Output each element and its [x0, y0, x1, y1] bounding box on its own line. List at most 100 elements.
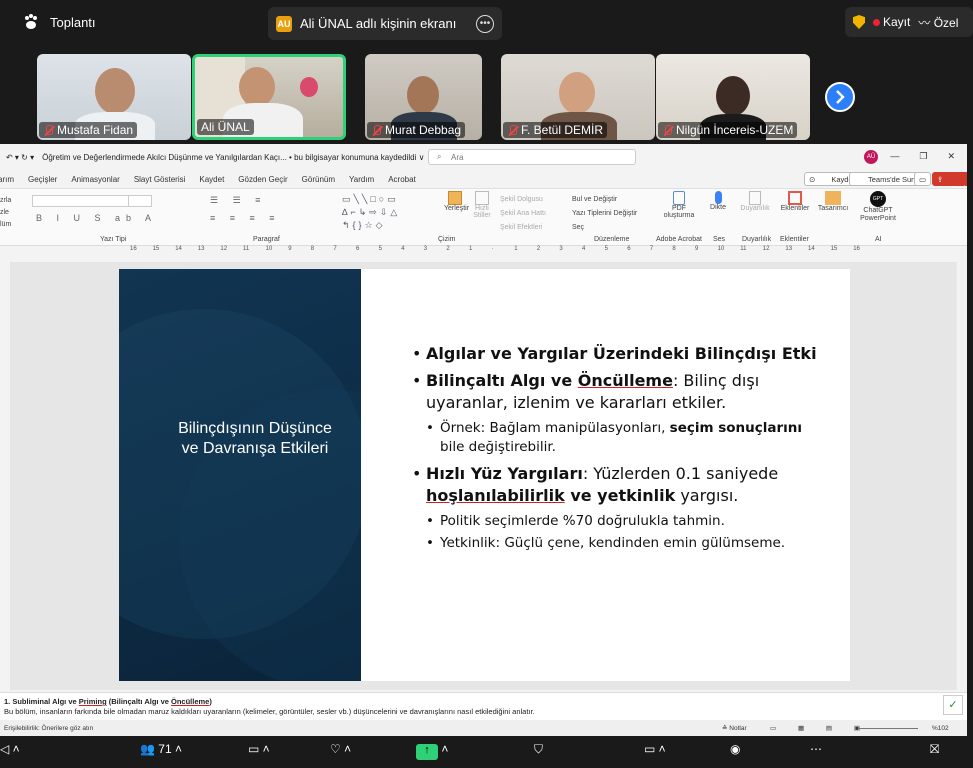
captions-label: Özel [933, 15, 959, 30]
bullet-item: Algılar ve Yargılar Üzerindeki Bilinçdış… [412, 343, 822, 365]
screen-share-indicator[interactable]: AU Ali ÜNAL adlı kişinin ekranı ••• [268, 7, 502, 40]
comments-button[interactable]: ▭ [914, 172, 932, 186]
participant-tile[interactable]: F. Betül DEMİR [501, 54, 655, 140]
participant-label: F. Betül DEMİR [503, 122, 608, 138]
video-icon[interactable]: ◁ ˄ [0, 742, 20, 756]
captions-indicator[interactable]: 〰 Özel [918, 14, 958, 31]
speaker-notes-pane[interactable]: 1. Subliminal Algı ve Priming (Bilinçalt… [0, 692, 967, 720]
list-buttons[interactable]: ☰ ☰ ≡ [210, 195, 266, 206]
more-icon[interactable]: ⋯ [810, 742, 822, 756]
participant-tile[interactable]: Murat Debbag [365, 54, 482, 140]
leave-icon[interactable]: ⛝ [930, 742, 939, 757]
create-pdf-button[interactable]: PDF oluşturma [662, 191, 696, 219]
ruler-tick-label: 13 [197, 246, 205, 252]
apps-icon[interactable]: ▭ ˄ [644, 742, 666, 756]
security-shield-icon[interactable] [853, 15, 865, 29]
replace-fonts-button[interactable]: Yazı Tiplerini Değiştir [572, 207, 637, 221]
participant-label: Ali ÜNAL [197, 119, 254, 135]
font-size-dropdown[interactable] [128, 195, 152, 207]
microphone-icon [714, 191, 722, 204]
addins-button[interactable]: Eklentiler [780, 191, 810, 212]
arrange-button[interactable]: Yerleştir [444, 191, 469, 212]
minimize-icon[interactable]: — [890, 151, 899, 162]
security-icon[interactable]: ⛉ [534, 742, 543, 757]
slide-title[interactable]: Bilinçdışının Düşünce ve Davranışa Etkil… [119, 419, 361, 459]
next-participants-button[interactable] [825, 82, 855, 112]
group-acrobat-label: Adobe Acrobat [656, 236, 702, 243]
font-format-buttons[interactable]: B I U S ab A [36, 213, 157, 223]
status-bar: Erişilebilirlik: Önerilere göz atın ≙ No… [0, 720, 967, 736]
participant-tile[interactable]: Mustafa Fidan [37, 54, 191, 140]
group-ai-label: AI [875, 236, 882, 243]
tab-help[interactable]: Yardım [349, 175, 374, 184]
group-voice-label: Ses [713, 236, 726, 243]
powerpoint-window: ↶ ▾ ↻ ▾ Öğretim ve Değerlendirmede Akılc… [0, 144, 973, 736]
ruler-tick-label: 2 [446, 246, 450, 252]
shapes-gallery[interactable]: ▭╲╲□○▭ ∆⌐↳⇨⇩△ ↰{}☆◇ [342, 193, 438, 233]
document-title[interactable]: Öğretim ve Değerlendirmede Akılcı Düşünm… [42, 153, 424, 162]
reactions-icon[interactable]: ♡ ˄ [330, 742, 351, 756]
gpt-icon: GPT [870, 191, 886, 207]
vertical-scrollbar[interactable] [967, 144, 973, 736]
chatgpt-button[interactable]: GPT ChatGPT PowerPoint [856, 191, 900, 223]
quick-styles-button[interactable]: Hızlı Stiller [472, 191, 492, 219]
select-button[interactable]: Seç [572, 221, 637, 235]
notes-toggle[interactable]: ≙ Notlar [722, 724, 747, 732]
share-screen-icon: ↑ [416, 744, 438, 760]
zoom-slider[interactable] [858, 728, 918, 729]
close-icon[interactable]: ✕ [947, 151, 955, 162]
notes-heading-part: Priming [78, 697, 107, 706]
participant-tile[interactable]: Nilgün İncereis-UZEM [656, 54, 810, 140]
tab-acrobat[interactable]: Acrobat [388, 175, 416, 184]
restore-icon[interactable]: ❐ [919, 151, 927, 162]
tab-record[interactable]: Kaydet [199, 175, 224, 184]
group-sensitivity-label: Duyarlılık [742, 236, 772, 243]
chat-icon[interactable]: ▭ ˄ [248, 742, 270, 756]
participant-tile-active-speaker[interactable]: Ali ÜNAL [192, 54, 346, 140]
view-buttons[interactable]: ▭ ▦ ▤ ▣ [770, 724, 870, 732]
sensitivity-button[interactable]: Duyarlılık [740, 191, 770, 212]
ruler-tick-label: 6 [627, 246, 631, 252]
tab-animations[interactable]: Animasyonlar [71, 175, 119, 184]
sub-bullet-bold-text: seçim sonuçlarını [669, 420, 803, 436]
record-indicator[interactable]: Kayıt [873, 15, 910, 29]
tab-review[interactable]: Gözden Geçir [238, 175, 287, 184]
current-slide[interactable]: Bilinçdışının Düşünce ve Davranışa Etkil… [119, 269, 850, 681]
slide-content-textbox[interactable]: Algılar ve Yargılar Üzerindeki Bilinçdış… [412, 343, 822, 556]
accessibility-status[interactable]: Erişilebilirlik: Önerilere göz atın [4, 725, 93, 732]
participants-button[interactable]: 👥 71 ˄ [140, 742, 182, 756]
ribbon-left-item[interactable]: lüm [0, 219, 11, 231]
align-buttons[interactable]: ≡ ≡ ≡ ≡ [210, 213, 281, 223]
find-replace-button[interactable]: Bul ve Değiştir [572, 193, 637, 207]
tab-draw[interactable]: arım [0, 175, 14, 184]
share-screen-button[interactable]: ↑ ˄ [416, 742, 448, 760]
ribbon-left-item[interactable]: zle [0, 207, 11, 219]
dictate-label: Dikte [710, 204, 726, 211]
record-icon[interactable]: ◉ [730, 742, 740, 756]
present-in-teams-button[interactable]: Teams'de Sun [849, 172, 921, 186]
undo-icon[interactable]: ↶ ▾ ↻ ▾ [6, 153, 34, 162]
more-options-icon[interactable]: ••• [476, 14, 494, 33]
search-box[interactable]: ⌕ Ara [428, 149, 636, 165]
participant-name: Nilgün İncereis-UZEM [676, 123, 794, 137]
ruler-tick-label: 3 [559, 246, 563, 252]
shape-effects-button[interactable]: Şekil Efektleri [500, 221, 546, 235]
tab-view[interactable]: Görünüm [302, 175, 335, 184]
ribbon-left-item[interactable]: zrla [0, 195, 11, 207]
zoom-level[interactable]: %102 [932, 725, 949, 732]
sharer-avatar: AU [276, 15, 292, 32]
bullet-bold-text: Hızlı Yüz Yargıları [426, 464, 583, 483]
addins-label: Eklentiler [780, 205, 810, 212]
tab-slideshow[interactable]: Slayt Gösterisi [134, 175, 186, 184]
check-icon[interactable]: ✓ [943, 695, 963, 715]
dictate-button[interactable]: Dikte [706, 191, 730, 211]
ruler-tick-label: 16 [853, 246, 860, 252]
participant-name: F. Betül DEMİR [521, 123, 604, 137]
user-avatar[interactable]: AÜ [864, 150, 878, 164]
tab-transitions[interactable]: Geçişler [28, 175, 57, 184]
shape-outline-button[interactable]: Şekil Ana Hattı [500, 207, 546, 221]
ruler-tick-label: 3 [423, 246, 428, 252]
shape-fill-button[interactable]: Şekil Dolgusu [500, 193, 546, 207]
participant-name: Murat Debbag [385, 123, 462, 137]
designer-button[interactable]: Tasarımcı [816, 191, 850, 212]
